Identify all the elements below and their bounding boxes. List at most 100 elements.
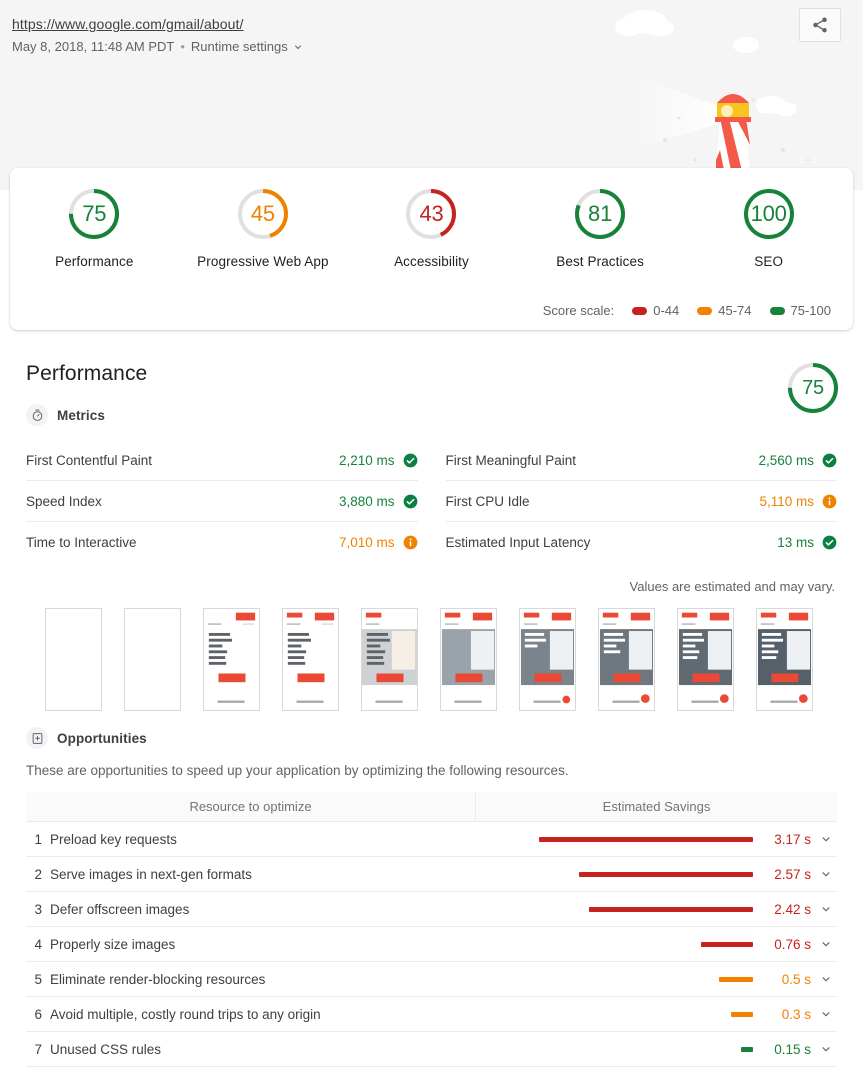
chevron-down-icon xyxy=(819,937,833,951)
row-savings: 0.76 s xyxy=(507,937,837,952)
frame-preview xyxy=(283,609,338,710)
table-row[interactable]: 7 Unused CSS rules 0.15 s xyxy=(26,1032,837,1067)
chevron-down-icon xyxy=(819,832,833,846)
savings-bar xyxy=(539,837,753,842)
table-row[interactable]: 3 Defer offscreen images 2.42 s xyxy=(26,892,837,927)
gauge-label: Accessibility xyxy=(356,254,506,269)
metric-name: First CPU Idle xyxy=(446,494,530,509)
performance-section: Performance 75 Metrics First Contentful … xyxy=(0,340,863,1067)
gauge-ring: 100 xyxy=(741,186,797,242)
savings-bar-track xyxy=(523,937,753,951)
filmstrip-frame xyxy=(203,608,260,711)
filmstrip-frame xyxy=(598,608,655,711)
opportunities-description: These are opportunities to speed up your… xyxy=(0,749,863,778)
expand-row-button[interactable] xyxy=(815,867,837,881)
filmstrip-frame xyxy=(677,608,734,711)
check-circle-icon xyxy=(822,535,837,550)
filmstrip-frame xyxy=(756,608,813,711)
metric-row[interactable]: Speed Index 3,880 ms xyxy=(26,481,418,522)
table-row[interactable]: 4 Properly size images 0.76 s xyxy=(26,927,837,962)
gauge-value: 75 xyxy=(785,360,841,416)
opportunities-heading: Opportunities xyxy=(0,711,863,749)
table-row[interactable]: 5 Eliminate render-blocking resources 0.… xyxy=(26,962,837,997)
savings-bar xyxy=(719,977,753,982)
gauge-label: SEO xyxy=(694,254,844,269)
gauge-value: 81 xyxy=(572,186,628,242)
gauge-ring: 43 xyxy=(403,186,459,242)
savings-bar xyxy=(589,907,753,912)
runtime-settings-toggle[interactable]: Runtime settings xyxy=(191,38,304,56)
row-number: 1 xyxy=(26,832,50,847)
savings-bar xyxy=(701,942,753,947)
savings-value: 3.17 s xyxy=(753,832,815,847)
table-row[interactable]: 6 Avoid multiple, costly round trips to … xyxy=(26,997,837,1032)
savings-value: 0.15 s xyxy=(753,1042,815,1057)
score-gauge-accessibility[interactable]: 43 Accessibility xyxy=(356,186,506,269)
share-button[interactable] xyxy=(799,8,841,42)
row-number: 4 xyxy=(26,937,50,952)
performance-header: Performance 75 xyxy=(0,340,863,394)
metric-row[interactable]: Time to Interactive 7,010 ms xyxy=(26,522,418,563)
metric-row[interactable]: First CPU Idle 5,110 ms xyxy=(446,481,838,522)
opportunities-table: Resource to optimize Estimated Savings 1… xyxy=(26,792,837,1067)
savings-bar xyxy=(731,1012,753,1017)
scale-pill-icon xyxy=(632,307,647,315)
separator-dot: • xyxy=(180,38,185,56)
row-number: 2 xyxy=(26,867,50,882)
filmstrip-frame xyxy=(519,608,576,711)
savings-bar-track xyxy=(523,832,753,846)
gauge-value: 45 xyxy=(235,186,291,242)
row-number: 7 xyxy=(26,1042,50,1057)
score-gauge-seo[interactable]: 100 SEO xyxy=(694,186,844,269)
expand-row-button[interactable] xyxy=(815,902,837,916)
filmstrip-frame xyxy=(124,608,181,711)
expand-row-button[interactable] xyxy=(815,972,837,986)
metrics-heading-label: Metrics xyxy=(57,408,105,423)
lighthouse-report: https://www.google.com/gmail/about/ May … xyxy=(0,0,863,1074)
metric-value: 13 ms xyxy=(777,535,814,550)
metric-row[interactable]: First Contentful Paint 2,210 ms xyxy=(26,440,418,481)
gauge-value: 100 xyxy=(741,186,797,242)
score-scale-label: Score scale: xyxy=(543,303,615,318)
scale-range: 75-100 xyxy=(791,303,831,318)
savings-value: 0.76 s xyxy=(753,937,815,952)
row-number: 3 xyxy=(26,902,50,917)
report-url-link[interactable]: https://www.google.com/gmail/about/ xyxy=(12,14,304,34)
expand-row-button[interactable] xyxy=(815,1042,837,1056)
score-gauge-performance[interactable]: 75 Performance xyxy=(19,186,169,269)
table-row[interactable]: 2 Serve images in next-gen formats 2.57 … xyxy=(26,857,837,892)
metric-name: First Contentful Paint xyxy=(26,453,152,468)
gauge-label: Progressive Web App xyxy=(188,254,338,269)
frame-preview xyxy=(678,609,733,710)
gauge-ring: 81 xyxy=(572,186,628,242)
row-savings: 0.3 s xyxy=(507,1007,837,1022)
expand-row-button[interactable] xyxy=(815,937,837,951)
metric-right: 3,880 ms xyxy=(339,494,418,509)
frame-preview xyxy=(520,609,575,710)
savings-bar-track xyxy=(523,902,753,916)
info-circle-icon xyxy=(403,535,418,550)
row-savings: 3.17 s xyxy=(507,832,837,847)
metric-row[interactable]: Estimated Input Latency 13 ms xyxy=(446,522,838,563)
savings-value: 2.57 s xyxy=(753,867,815,882)
table-header-row: Resource to optimize Estimated Savings xyxy=(26,792,837,822)
expand-row-button[interactable] xyxy=(815,1007,837,1021)
metric-name: Estimated Input Latency xyxy=(446,535,591,550)
metric-value: 7,010 ms xyxy=(339,535,395,550)
score-gauge-best-practices[interactable]: 81 Best Practices xyxy=(525,186,675,269)
frame-preview xyxy=(204,609,259,710)
scale-pill-icon xyxy=(770,307,785,315)
expand-row-button[interactable] xyxy=(815,832,837,846)
filmstrip-frame xyxy=(440,608,497,711)
table-row[interactable]: 1 Preload key requests 3.17 s xyxy=(26,822,837,857)
opportunity-icon xyxy=(26,727,48,749)
scale-item-average: 45-74 xyxy=(697,303,751,318)
score-gauge-pwa[interactable]: 45 Progressive Web App xyxy=(188,186,338,269)
frame-preview xyxy=(362,609,417,710)
frame-preview xyxy=(599,609,654,710)
gauge-ring: 45 xyxy=(235,186,291,242)
runtime-settings-label: Runtime settings xyxy=(191,38,288,56)
check-circle-icon xyxy=(822,453,837,468)
savings-value: 0.3 s xyxy=(753,1007,815,1022)
metric-row[interactable]: First Meaningful Paint 2,560 ms xyxy=(446,440,838,481)
